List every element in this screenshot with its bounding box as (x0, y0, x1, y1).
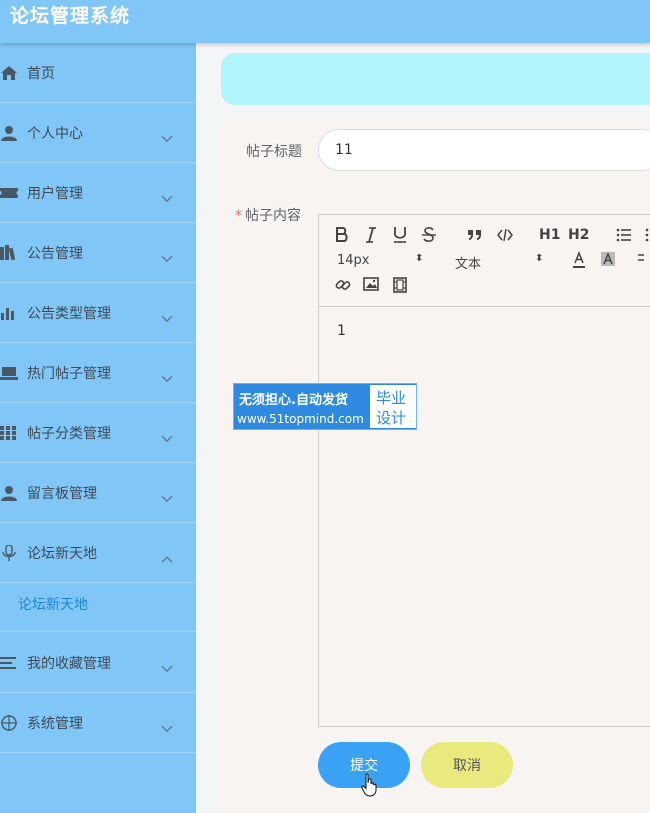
sidebar-item-user-management[interactable]: 用户管理 (0, 163, 196, 223)
post-content-label-text: 帖子内容 (245, 208, 301, 224)
sidebar-item-label: 帖子分类管理 (27, 425, 111, 442)
italic-icon[interactable] (365, 227, 377, 243)
books-icon (0, 244, 18, 261)
breadcrumb-banner (221, 53, 650, 105)
sidebar-item-label: 系统管理 (27, 715, 83, 732)
sidebar-item-label: 公告类型管理 (27, 305, 111, 322)
ticket-icon (0, 185, 18, 201)
rich-text-editor: H1 H2 14px ⬍ 文本 ⬍ 1 (318, 214, 650, 727)
font-color-icon[interactable] (572, 251, 586, 269)
sidebar-item-home[interactable]: 首页 (0, 43, 196, 103)
select-arrows-icon: ⬍ (535, 253, 544, 264)
sidebar-item-label: 热门帖子管理 (27, 365, 111, 382)
editor-content[interactable]: 1 (337, 323, 346, 339)
hand-cursor-icon (361, 773, 377, 797)
sidebar-item-personal-center[interactable]: 个人中心 (0, 103, 196, 163)
chevron-down-icon (161, 718, 173, 732)
blockquote-icon[interactable] (467, 228, 483, 242)
strikethrough-icon[interactable] (422, 227, 436, 243)
sidebar: 首页 个人中心 用户管理 公告管理 公告类型管理 热门帖子管理 帖子分类管理 留… (0, 43, 196, 813)
watermark-line-1: 无须担心.自动发货 (239, 393, 348, 408)
user-icon (0, 125, 18, 141)
chevron-down-icon (161, 188, 173, 202)
chevron-down-icon (161, 368, 173, 382)
sidebar-subitem-forum-new-world[interactable]: 论坛新天地 (0, 576, 196, 632)
editor-toolbar: H1 H2 14px ⬍ 文本 ⬍ (319, 215, 650, 307)
sidebar-item-message-board-management[interactable]: 留言板管理 (0, 463, 196, 523)
grid-icon (0, 425, 18, 441)
sidebar-item-announcement-management[interactable]: 公告管理 (0, 223, 196, 283)
bullet-list-icon[interactable] (645, 227, 650, 243)
chevron-down-icon (161, 658, 173, 672)
watermark-badge: 无须担心.自动发货 www.51topmind.com 毕业 设计 (233, 383, 417, 430)
sidebar-item-label: 我的收藏管理 (27, 655, 111, 672)
code-icon[interactable] (497, 229, 513, 241)
sidebar-subitem-label: 论坛新天地 (18, 596, 88, 613)
sidebar-item-label: 论坛新天地 (27, 545, 97, 562)
bold-icon[interactable] (335, 227, 349, 243)
heading-2-icon[interactable]: H2 (568, 227, 589, 243)
list-icon (0, 655, 18, 671)
watermark-box: 毕业 设计 (370, 385, 416, 428)
microphone-icon (0, 544, 18, 561)
font-size-value: 14px (337, 253, 370, 268)
sidebar-item-label: 首页 (27, 65, 55, 82)
chevron-down-icon (161, 128, 173, 142)
watermark-right-1: 毕业 (376, 389, 407, 407)
home-icon (0, 65, 18, 81)
watermark-right-2: 设计 (376, 409, 407, 427)
background-color-icon[interactable] (600, 251, 616, 267)
chevron-down-icon (161, 308, 173, 322)
align-icon[interactable] (634, 252, 644, 266)
underline-icon[interactable] (393, 226, 407, 244)
sidebar-item-label: 用户管理 (27, 185, 83, 202)
post-title-input[interactable]: 11 (318, 129, 650, 171)
header-select[interactable]: 文本 ⬍ (455, 253, 545, 272)
cancel-button[interactable]: 取消 (421, 742, 513, 788)
font-size-select[interactable]: 14px ⬍ (337, 253, 427, 269)
sidebar-item-post-category-management[interactable]: 帖子分类管理 (0, 403, 196, 463)
required-asterisk: * (235, 208, 242, 224)
bar-chart-icon (0, 305, 18, 321)
ordered-list-icon[interactable] (616, 227, 632, 243)
sidebar-item-favorites-management[interactable]: 我的收藏管理 (0, 633, 196, 693)
sidebar-item-hot-post-management[interactable]: 热门帖子管理 (0, 343, 196, 403)
post-title-label: 帖子标题 (246, 144, 302, 160)
link-icon[interactable] (335, 277, 351, 293)
laptop-icon (0, 365, 18, 381)
image-icon[interactable] (363, 277, 379, 291)
top-bar: 论坛管理系统 (0, 0, 650, 43)
post-content-label: * 帖子内容 (235, 205, 301, 225)
app-title: 论坛管理系统 (10, 5, 131, 27)
watermark-line-2: www.51topmind.com (237, 412, 364, 426)
sidebar-item-announcement-type-management[interactable]: 公告类型管理 (0, 283, 196, 343)
chevron-down-icon (161, 248, 173, 262)
sidebar-item-label: 留言板管理 (27, 485, 97, 502)
crosshair-icon (0, 714, 18, 731)
sidebar-item-label: 公告管理 (27, 245, 83, 262)
chevron-up-icon (161, 548, 173, 563)
sidebar-item-forum-new-world[interactable]: 论坛新天地 (0, 523, 196, 583)
video-icon[interactable] (393, 277, 407, 293)
chevron-down-icon (161, 488, 173, 502)
sidebar-item-label: 个人中心 (27, 125, 83, 142)
select-arrows-icon: ⬍ (415, 253, 424, 264)
heading-1-icon[interactable]: H1 (539, 227, 560, 243)
user-icon (0, 485, 18, 501)
header-select-value: 文本 (455, 257, 482, 272)
chevron-down-icon (161, 428, 173, 442)
sidebar-item-system-management[interactable]: 系统管理 (0, 693, 196, 753)
